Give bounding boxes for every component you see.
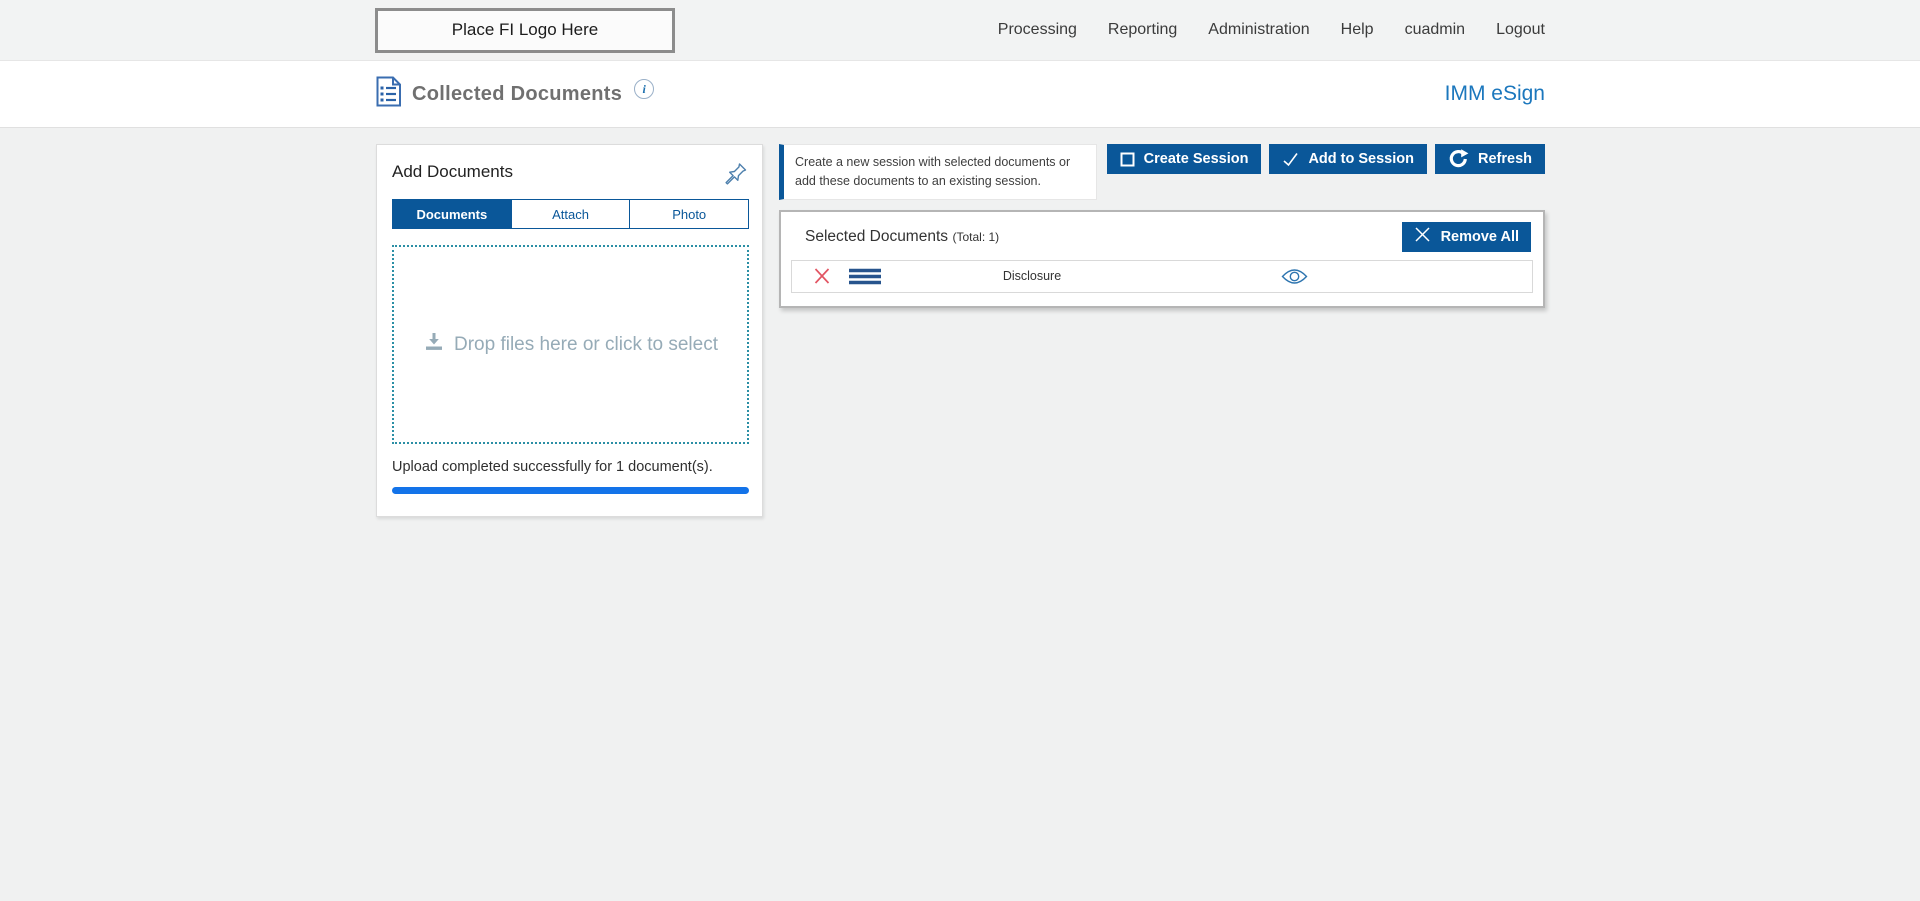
table-row: Disclosure (791, 260, 1533, 293)
nav-item-reporting[interactable]: Reporting (1108, 21, 1177, 39)
preview-eye-icon[interactable] (1281, 268, 1308, 285)
add-documents-title: Add Documents (392, 160, 513, 182)
nav-item-help[interactable]: Help (1341, 21, 1374, 39)
session-buttons: Create Session Add to Session (1107, 144, 1545, 174)
session-column: Create a new session with selected docum… (779, 144, 1545, 308)
remove-all-button[interactable]: Remove All (1402, 222, 1531, 252)
checkmark-icon (1282, 152, 1299, 167)
fi-logo-text: Place FI Logo Here (452, 20, 598, 40)
pin-icon[interactable] (723, 160, 749, 187)
square-icon (1120, 152, 1135, 167)
main-nav: Processing Reporting Administration Help… (998, 21, 1545, 39)
page-header: Collected Documents i IMM eSign (0, 61, 1920, 128)
selected-documents-panel: Selected Documents (Total: 1) Remove All (779, 210, 1545, 308)
collected-documents-icon (375, 76, 402, 112)
info-icon[interactable]: i (634, 79, 654, 99)
brand-logo: IMM eSign (1445, 82, 1545, 106)
content-area: Add Documents Documents Attach Photo (0, 128, 1920, 517)
tab-attach[interactable]: Attach (511, 200, 630, 228)
create-session-button[interactable]: Create Session (1107, 144, 1262, 174)
file-dropzone[interactable]: Drop files here or click to select (392, 245, 749, 444)
fi-logo-placeholder[interactable]: Place FI Logo Here (375, 8, 675, 53)
close-icon (1414, 226, 1431, 247)
nav-item-user-cuadmin[interactable]: cuadmin (1405, 21, 1465, 39)
refresh-icon (1448, 149, 1469, 169)
add-to-session-button[interactable]: Add to Session (1269, 144, 1427, 174)
upload-status-message: Upload completed successfully for 1 docu… (392, 459, 749, 475)
document-name: Disclosure (882, 269, 1182, 283)
nav-item-administration[interactable]: Administration (1208, 21, 1309, 39)
refresh-button[interactable]: Refresh (1435, 144, 1545, 174)
add-documents-tabs: Documents Attach Photo (392, 199, 749, 229)
selected-documents-total: (Total: 1) (952, 230, 999, 244)
page-title: Collected Documents (412, 83, 622, 106)
nav-item-logout[interactable]: Logout (1496, 21, 1545, 39)
drag-handle-icon[interactable] (848, 268, 882, 285)
dropzone-label: Drop files here or click to select (454, 334, 718, 356)
tab-photo[interactable]: Photo (629, 200, 748, 228)
download-icon (423, 331, 445, 358)
nav-item-processing[interactable]: Processing (998, 21, 1077, 39)
upload-progress-bar (392, 487, 749, 494)
add-documents-panel: Add Documents Documents Attach Photo (376, 144, 763, 517)
delete-document-icon[interactable] (812, 266, 832, 286)
top-bar: Place FI Logo Here Processing Reporting … (0, 0, 1920, 61)
selected-documents-title: Selected Documents (Total: 1) (805, 228, 999, 246)
session-note: Create a new session with selected docum… (779, 144, 1097, 200)
tab-documents[interactable]: Documents (393, 200, 511, 228)
